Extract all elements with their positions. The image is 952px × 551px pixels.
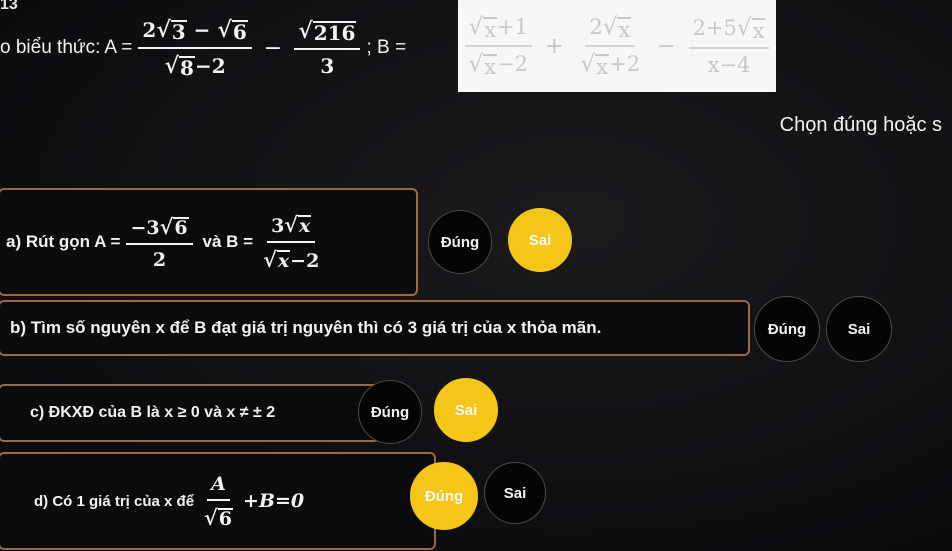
minus-operator: − [263,35,283,61]
a-fraction-2-denominator: 3 [320,54,335,78]
option-a-sai-button[interactable]: Sai [508,208,572,272]
instruction-text: Chọn đúng hoặc s [779,114,942,136]
option-b-text: b) Tìm số nguyên x để B đạt giá trị nguy… [10,318,602,337]
option-a-card: a) Rút gọn A = −3 √ 6 2 và B = 3 √ x √ x −2 [0,188,418,296]
option-d-text-1: d) Có 1 giá trị của x để [34,492,195,510]
option-c-sai-button[interactable]: Sai [434,378,498,442]
coef: 2 [142,18,157,42]
b-fraction-1: √ x +1 √ x −2 [464,14,533,78]
b-separator: ; B = [366,37,407,58]
option-a-fraction-a: −3 √ 6 2 [126,214,193,271]
minus-operator: − [657,33,676,59]
a-fraction-1-denominator: √ 8 −2 [164,53,226,80]
a-label: A = [104,37,133,58]
a-fraction-2-numerator: √ 216 [294,18,361,50]
option-d-dung-button[interactable]: Đúng [410,462,478,530]
option-d-card: d) Có 1 giá trị của x để A √ 6 +B=0 [0,452,436,550]
option-b-sai-button[interactable]: Sai [826,296,892,362]
b-fraction-2: 2 √ x √ x +2 [580,13,641,79]
minus-sign: − [193,18,211,42]
sqrt-3: √ 3 [156,17,187,44]
option-b-card: b) Tìm số nguyên x để B đạt giá trị nguy… [0,300,750,356]
option-c-text: c) ĐKXĐ của B là x ≥ 0 và x ≠ ± 2 [30,404,276,421]
sqrt-8: √ 8 [164,53,195,80]
option-b-dung-button[interactable]: Đúng [754,296,820,362]
b-fraction-3: 2+5 √ x x−4 [688,15,770,77]
b-expression-image: √ x +1 √ x −2 + 2 √ x √ x +2 − 2+5 √ x x−4 [458,0,776,92]
option-c-card: c) ĐKXĐ của B là x ≥ 0 và x ≠ ± 2 [0,384,380,442]
a-fraction-1-numerator: 2 √ 3 − √ 6 [138,17,252,49]
plus-operator: + [545,33,564,59]
question-prompt: o biểu thức: A = 2 √ 3 − √ 6 √ 8 −2 − √ 216 3 … [0,8,406,88]
option-c-dung-button[interactable]: Đúng [358,380,422,444]
option-d-fraction: A √ 6 [204,472,234,530]
sqrt-6: √ 6 [217,17,248,44]
option-a-fraction-b: 3 √ x √ x −2 [263,212,320,272]
option-d-text-2: +B=0 [243,490,305,512]
option-d-sai-button[interactable]: Sai [484,462,546,524]
option-a-text-1: a) Rút gọn A = [6,232,121,251]
option-a-dung-button[interactable]: Đúng [428,210,492,274]
option-a-text-2: và B = [202,232,254,251]
a-fraction-2: √ 216 3 [294,18,361,78]
a-fraction-1: 2 √ 3 − √ 6 √ 8 −2 [138,17,252,80]
prompt-label: o biểu thức: [0,37,101,58]
sqrt-216: √ 216 [298,18,357,45]
